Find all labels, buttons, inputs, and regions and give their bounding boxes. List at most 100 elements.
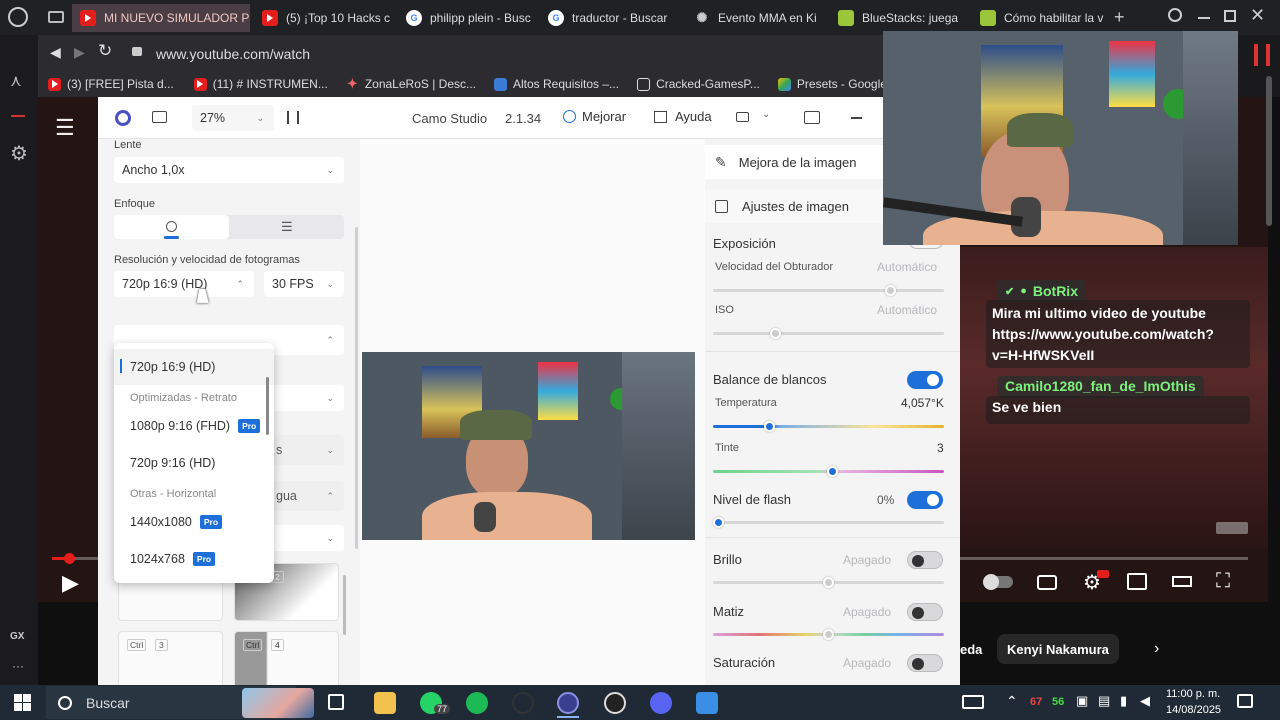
new-tab-icon[interactable]: + [1114, 7, 1125, 28]
pause-overlay-icon[interactable] [1254, 44, 1270, 66]
task-view-icon[interactable] [328, 694, 344, 710]
sliders-icon[interactable]: ☰ [281, 219, 293, 235]
tab-5[interactable]: BlueStacks: juega [830, 4, 970, 32]
white-balance-toggle[interactable] [907, 371, 943, 389]
flash-slider[interactable] [713, 517, 944, 528]
minimize-icon[interactable] [1198, 17, 1210, 19]
option-720p-916[interactable]: 720p 9:16 (HD) [114, 445, 274, 481]
forward-icon[interactable]: ▶ [74, 44, 85, 61]
bookmark-3[interactable]: Altos Requisitos –... [494, 77, 619, 91]
bookmark-5[interactable]: Presets - Google... [777, 77, 897, 91]
bookmark-0[interactable]: (3) [FREE] Pista d... [48, 77, 174, 91]
help-button[interactable]: Ayuda [654, 109, 712, 124]
hue-slider[interactable] [713, 629, 944, 640]
page-scrollbar[interactable] [1266, 76, 1272, 226]
game-icon[interactable]: ▣ [1076, 693, 1088, 709]
chip-kenyi[interactable]: Kenyi Nakamura [997, 634, 1119, 664]
tab-2[interactable]: Gphilipp plein - Busc [398, 4, 538, 32]
fps-select[interactable]: 30 FPS ⌄ [264, 271, 344, 297]
bookmark-2[interactable]: ✦ ZonaLeRoS | Desc... [346, 76, 476, 91]
discord-icon[interactable] [650, 692, 672, 714]
more-icon[interactable]: ··· [12, 659, 24, 673]
sidebar-toggle-icon[interactable] [152, 111, 167, 123]
obs-icon[interactable] [604, 692, 626, 714]
tab-6[interactable]: Cómo habilitar la v [972, 4, 1108, 32]
opera-logo-icon[interactable] [8, 7, 28, 27]
mic-icon[interactable]: ▮ [1120, 693, 1127, 709]
option-1080p-916[interactable]: 1080p 9:16 (FHD) Pro [114, 408, 274, 444]
focus-auto-tab[interactable] [114, 215, 229, 239]
minimize-icon[interactable] [851, 117, 862, 119]
chip-partial[interactable]: eda [960, 642, 982, 657]
tab-4[interactable]: ✺ Evento MMA en Ki [686, 4, 826, 32]
slider-knob[interactable] [823, 629, 834, 640]
chevron-down-icon[interactable]: ⌄ [762, 109, 770, 120]
tiles-scrollbar[interactable] [343, 575, 346, 635]
slider-knob[interactable] [763, 421, 775, 432]
left-scrollbar[interactable] [355, 227, 358, 549]
maximize-icon[interactable] [1224, 10, 1236, 22]
slider-knob[interactable] [827, 466, 839, 477]
file-explorer-icon[interactable] [374, 692, 396, 714]
shutter-slider[interactable] [713, 285, 944, 296]
search-tabs-icon[interactable] [1168, 8, 1182, 22]
windows-start-icon[interactable] [14, 694, 31, 711]
subtitles-icon[interactable] [1037, 575, 1057, 590]
miniplayer-icon[interactable] [1127, 573, 1147, 590]
hamburger-menu-icon[interactable]: ☰ [55, 115, 89, 140]
fullscreen-icon[interactable]: ⛶ [1216, 570, 1230, 593]
tint-slider[interactable] [713, 466, 944, 477]
network-icon[interactable]: ▤ [1098, 693, 1110, 709]
chevron-up-icon[interactable]: ⌃ [1006, 693, 1018, 710]
back-icon[interactable]: ◀ [50, 44, 61, 61]
photos-icon[interactable] [696, 692, 718, 714]
camo-icon[interactable] [557, 692, 579, 714]
option-1440x1080[interactable]: 1440x1080 Pro [114, 504, 274, 540]
tab-0[interactable]: MI NUEVO SIMULADOR P [72, 4, 250, 32]
slider-knob[interactable] [823, 577, 834, 588]
resolution-select[interactable]: 720p 16:9 (HD) ⌃ [114, 271, 254, 297]
brightness-toggle[interactable] [907, 551, 943, 569]
camera-icon[interactable] [736, 112, 749, 122]
tab-3[interactable]: Gtraductor - Buscar [540, 4, 680, 32]
bookmark-4[interactable]: Cracked-GamesP... [637, 77, 760, 91]
tab-1[interactable]: (5) ¡Top 10 Hacks c [254, 4, 394, 32]
clock-date[interactable]: 14/08/2025 [1166, 704, 1221, 716]
gx-corner-icon[interactable]: ⋏ [10, 71, 22, 91]
url-field[interactable]: www.youtube.com/watch [156, 46, 310, 62]
bookmark-1[interactable]: (11) # INSTRUMEN... [193, 77, 328, 91]
autoplay-toggle[interactable] [983, 574, 1013, 590]
temperature-slider[interactable] [713, 421, 944, 432]
tab-overview-icon[interactable] [48, 11, 64, 23]
zoom-select[interactable]: 27% ⌄ [192, 105, 274, 131]
lens-select[interactable]: Ancho 1,0x ⌄ [114, 157, 344, 183]
reload-icon[interactable]: ↻ [98, 41, 112, 61]
hue-toggle[interactable] [907, 603, 943, 621]
flash-toggle[interactable] [907, 491, 943, 509]
slider-knob[interactable] [713, 517, 724, 528]
enhance-button[interactable]: Mejorar [563, 109, 626, 124]
split-view-icon[interactable] [287, 111, 299, 124]
chip-next-icon[interactable]: › [1154, 640, 1159, 658]
keyboard-icon[interactable] [962, 695, 984, 709]
spotify-icon[interactable] [466, 692, 488, 714]
iso-slider[interactable] [713, 328, 944, 339]
saturation-toggle[interactable] [907, 654, 943, 672]
panel-toggle-icon[interactable] [804, 111, 820, 124]
volume-icon[interactable]: ◀ [1140, 693, 1150, 709]
option-1024x768[interactable]: 1024x768 Pro [114, 541, 274, 577]
scene-tile-3[interactable]: Ctrl 3 [118, 631, 223, 689]
option-720p-169[interactable]: 720p 16:9 (HD) [114, 349, 274, 385]
close-icon[interactable]: ✕ [1250, 5, 1265, 26]
slider-knob[interactable] [770, 328, 782, 339]
slider-knob[interactable] [884, 285, 896, 296]
progress-knob[interactable] [63, 553, 75, 564]
opera-gx-icon[interactable] [512, 692, 534, 714]
clock-time[interactable]: 11:00 p. m. [1166, 688, 1220, 700]
scene-tile-4[interactable]: Ctrl 4 [234, 631, 339, 689]
play-icon[interactable]: ▶ [62, 570, 79, 596]
dropdown-scrollbar[interactable] [266, 377, 269, 435]
theater-icon[interactable] [1172, 576, 1192, 587]
notifications-icon[interactable] [1237, 694, 1253, 708]
brightness-slider[interactable] [713, 577, 944, 588]
